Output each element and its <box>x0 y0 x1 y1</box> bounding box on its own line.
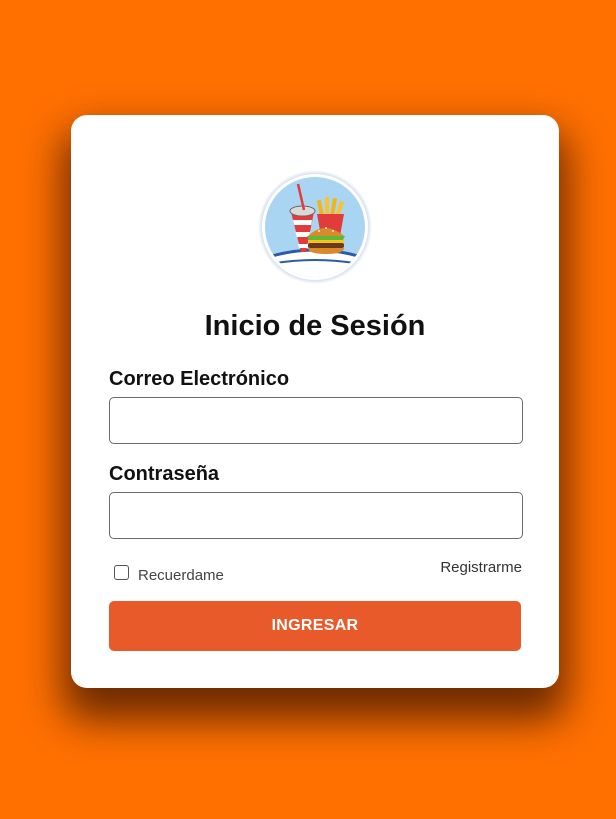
remember-me: Recuerdame <box>114 561 224 584</box>
password-label: Contraseña <box>109 463 220 485</box>
fast-food-logo-icon <box>258 170 372 284</box>
email-field[interactable] <box>109 397 523 444</box>
remember-label[interactable]: Recuerdame <box>138 567 224 584</box>
register-link[interactable]: Registrarme <box>440 559 522 576</box>
page-title: Inicio de Sesión <box>204 310 426 342</box>
email-label: Correo Electrónico <box>109 368 290 390</box>
password-field[interactable] <box>109 492 523 539</box>
login-card: Inicio de Sesión Correo Electrónico Cont… <box>71 115 559 688</box>
remember-checkbox[interactable] <box>114 565 129 580</box>
login-button[interactable]: INGRESAR <box>109 601 521 651</box>
